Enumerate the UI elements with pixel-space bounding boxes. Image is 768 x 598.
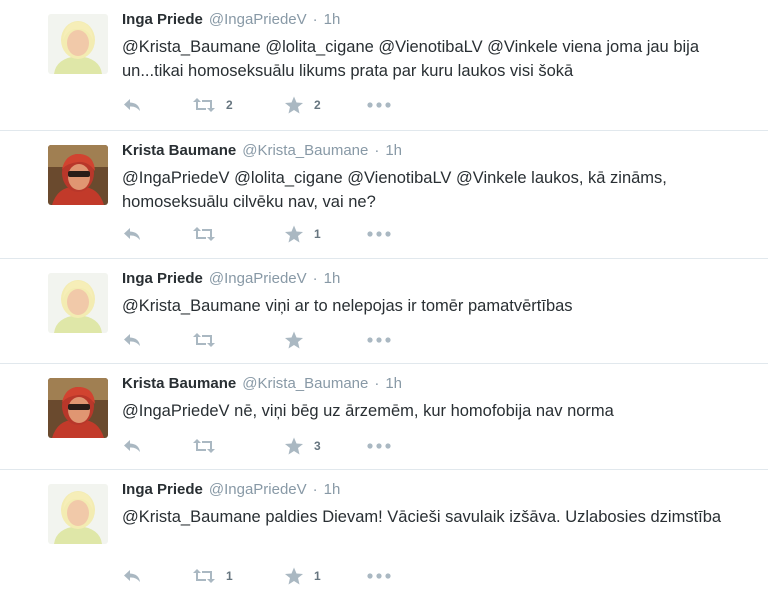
author-handle[interactable]: @IngaPriedeV: [209, 11, 307, 28]
reply-icon: [124, 99, 140, 111]
retweet-button[interactable]: 1: [192, 568, 284, 584]
more-icon: [367, 102, 391, 108]
star-icon: [285, 567, 303, 585]
more-button[interactable]: [366, 442, 392, 450]
avatar-inga[interactable]: [48, 273, 108, 333]
avatar-inga[interactable]: [48, 14, 108, 74]
more-icon: [367, 337, 391, 343]
reply-icon: [124, 228, 140, 240]
more-button[interactable]: [366, 572, 392, 580]
reply-button[interactable]: [122, 226, 192, 242]
tweet[interactable]: Krista Baumane @Krista_Baumane · 1h @IngaPr…: [0, 364, 768, 470]
more-icon: [367, 573, 391, 579]
tweet-actions: 2 2: [122, 94, 392, 116]
reply-icon: [124, 440, 140, 452]
more-icon: [367, 443, 391, 449]
retweet-button[interactable]: [192, 438, 284, 454]
avatar-krista[interactable]: [48, 378, 108, 438]
favorite-count: 3: [314, 439, 321, 453]
reply-button[interactable]: [122, 97, 192, 113]
reply-icon: [124, 334, 140, 346]
author-handle[interactable]: @Krista_Baumane: [242, 375, 368, 392]
timestamp[interactable]: 1h: [324, 481, 341, 498]
tweet-text: @Krista_Baumane paldies Dievam! Vācieši …: [122, 508, 722, 526]
tweet-actions: 1 1: [122, 565, 392, 587]
favorite-button[interactable]: 1: [284, 567, 366, 585]
favorite-count: 2: [314, 98, 321, 112]
retweet-button[interactable]: [192, 226, 284, 242]
more-icon: [367, 231, 391, 237]
star-icon: [285, 437, 303, 455]
tweet[interactable]: Inga Priede @IngaPriedeV · 1h @Krista_Bauma…: [0, 470, 768, 598]
avatar-inga[interactable]: [48, 484, 108, 544]
avatar-krista[interactable]: [48, 145, 108, 205]
reply-button[interactable]: [122, 332, 192, 348]
author-name[interactable]: Inga Priede: [122, 481, 203, 498]
tweet-text: @Krista_Baumane @lolita_cigane @Vienotib…: [122, 38, 700, 80]
more-button[interactable]: [366, 101, 392, 109]
separator: ·: [312, 11, 318, 28]
separator: ·: [312, 270, 318, 287]
favorite-button[interactable]: 3: [284, 437, 366, 455]
timestamp[interactable]: 1h: [324, 11, 341, 28]
retweet-icon: [193, 333, 215, 347]
timestamp[interactable]: 1h: [385, 375, 402, 392]
retweet-count: 2: [226, 98, 233, 112]
tweet-actions: 1: [122, 223, 392, 245]
author-name[interactable]: Inga Priede: [122, 270, 203, 287]
retweet-button[interactable]: 2: [192, 97, 284, 113]
favorite-count: 1: [314, 569, 321, 583]
author-handle[interactable]: @IngaPriedeV: [209, 481, 307, 498]
more-button[interactable]: [366, 230, 392, 238]
tweet-text: @Krista_Baumane viņi ar to nelepojas ir …: [122, 297, 573, 315]
tweet-actions: 3: [122, 435, 392, 457]
separator: ·: [374, 142, 380, 159]
author-name[interactable]: Krista Baumane: [122, 142, 236, 159]
timeline: Inga Priede @IngaPriedeV · 1h @Krista_Bauma…: [0, 0, 768, 598]
tweet[interactable]: Inga Priede @IngaPriedeV · 1h @Krista_Bauma…: [0, 259, 768, 364]
retweet-icon: [193, 227, 215, 241]
author-handle[interactable]: @IngaPriedeV: [209, 270, 307, 287]
retweet-button[interactable]: [192, 332, 284, 348]
tweet[interactable]: Inga Priede @IngaPriedeV · 1h @Krista_Bauma…: [0, 0, 768, 131]
author-name[interactable]: Krista Baumane: [122, 375, 236, 392]
retweet-icon: [193, 98, 215, 112]
reply-button[interactable]: [122, 438, 192, 454]
reply-icon: [124, 570, 140, 582]
star-icon: [285, 225, 303, 243]
retweet-icon: [193, 569, 215, 583]
tweet-text: @IngaPriedeV nē, viņi bēg uz ārzemēm, ku…: [122, 402, 614, 420]
star-icon: [285, 331, 303, 349]
tweet[interactable]: Krista Baumane @Krista_Baumane · 1h @IngaPr…: [0, 131, 768, 259]
separator: ·: [312, 481, 318, 498]
favorite-button[interactable]: [284, 331, 366, 349]
tweet-text: @IngaPriedeV @lolita_cigane @VienotibaLV…: [122, 169, 667, 211]
author-handle[interactable]: @Krista_Baumane: [242, 142, 368, 159]
author-name[interactable]: Inga Priede: [122, 11, 203, 28]
retweet-count: 1: [226, 569, 233, 583]
separator: ·: [374, 375, 380, 392]
reply-button[interactable]: [122, 568, 192, 584]
timestamp[interactable]: 1h: [324, 270, 341, 287]
tweet-actions: [122, 329, 392, 351]
favorite-button[interactable]: 1: [284, 225, 366, 243]
favorite-button[interactable]: 2: [284, 96, 366, 114]
favorite-count: 1: [314, 227, 321, 241]
more-button[interactable]: [366, 336, 392, 344]
timestamp[interactable]: 1h: [385, 142, 402, 159]
retweet-icon: [193, 439, 215, 453]
star-icon: [285, 96, 303, 114]
